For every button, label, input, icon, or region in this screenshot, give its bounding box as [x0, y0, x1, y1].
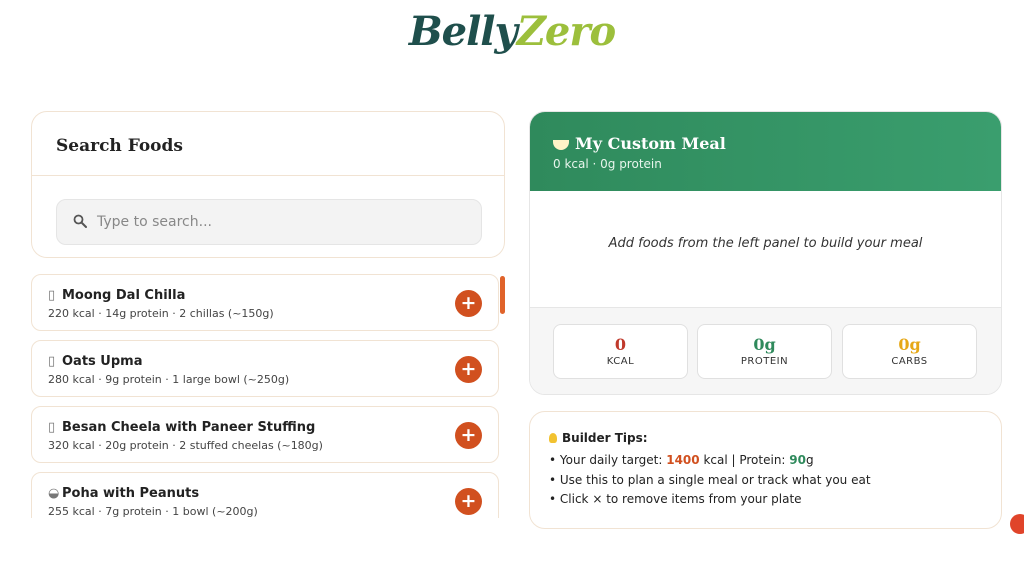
bowl-icon: [553, 139, 569, 150]
tip-text: • Your daily target:: [549, 453, 667, 467]
meal-title-row: My Custom Meal: [553, 134, 726, 153]
search-foods-card: Search Foods Type to search...: [31, 111, 505, 258]
meal-stats: 0 KCAL 0g PROTEIN 0g CARBS: [530, 307, 1001, 394]
tip-plan-meal: • Use this to plan a single meal or trac…: [549, 473, 871, 487]
stat-carbs: 0g CARBS: [842, 324, 977, 379]
add-food-button[interactable]: +: [455, 422, 482, 449]
search-input[interactable]: Type to search...: [56, 199, 482, 245]
food-item-oats-upma[interactable]: ▯ Oats Upma 280 kcal · 9g protein · 1 lar…: [31, 340, 499, 397]
stat-kcal: 0 KCAL: [553, 324, 688, 379]
tip-text: • Click: [549, 492, 593, 506]
food-name: Oats Upma: [62, 354, 143, 369]
tip-text: kcal | Protein:: [699, 453, 790, 467]
food-item-besan-cheela[interactable]: ▯ Besan Cheela with Paneer Stuffing 320 k…: [31, 406, 499, 463]
tips-title-row: Builder Tips:: [549, 431, 648, 445]
stat-value: 0g: [898, 335, 921, 354]
tip-text: to remove items from your plate: [602, 492, 802, 506]
food-list-scrollbar[interactable]: [500, 276, 505, 314]
food-meta: 280 kcal · 9g protein · 1 large bowl (~2…: [48, 373, 290, 386]
food-name: Moong Dal Chilla: [62, 288, 186, 303]
search-placeholder: Type to search...: [97, 214, 212, 230]
tip-text: g: [806, 453, 814, 467]
food-name-row: ▯ Moong Dal Chilla: [48, 288, 185, 303]
meal-summary: 0 kcal · 0g protein: [553, 157, 662, 171]
food-name: Poha with Peanuts: [62, 486, 200, 501]
food-item-poha-with-peanuts[interactable]: ◒ Poha with Peanuts 255 kcal · 7g protein…: [31, 472, 499, 518]
close-icon: ×: [592, 492, 603, 506]
food-meta: 220 kcal · 14g protein · 2 chillas (~150…: [48, 307, 274, 320]
missing-glyph-icon: ▯: [48, 354, 56, 369]
search-foods-title: Search Foods: [56, 136, 183, 156]
stat-label: KCAL: [606, 356, 635, 367]
stat-value: 0g: [753, 335, 776, 354]
meal-title: My Custom Meal: [575, 134, 726, 153]
search-card-divider: [32, 175, 504, 176]
stat-protein: 0g PROTEIN: [697, 324, 832, 379]
tip-remove-items: • Click × to remove items from your plat…: [549, 492, 802, 506]
missing-glyph-icon: ▯: [48, 288, 56, 303]
add-food-button[interactable]: +: [455, 356, 482, 383]
food-name: Besan Cheela with Paneer Stuffing: [62, 420, 316, 435]
food-meta: 320 kcal · 20g protein · 2 stuffed cheel…: [48, 439, 323, 452]
protein-target-value: 90: [789, 453, 806, 467]
custom-meal-card: My Custom Meal 0 kcal · 0g protein Add f…: [529, 111, 1002, 395]
food-name-row: ◒ Poha with Peanuts: [48, 486, 199, 501]
add-food-button[interactable]: +: [455, 488, 482, 515]
food-name-row: ▯ Oats Upma: [48, 354, 142, 369]
food-results-list[interactable]: ▯ Moong Dal Chilla 220 kcal · 14g protein…: [31, 274, 501, 518]
floating-action-button[interactable]: [1010, 514, 1024, 534]
stat-label: PROTEIN: [740, 356, 789, 367]
food-meta: 255 kcal · 7g protein · 1 bowl (~200g): [48, 505, 258, 518]
stat-label: CARBS: [891, 356, 928, 367]
app-logo[interactable]: BellyZero: [0, 8, 1024, 55]
tips-title: Builder Tips:: [562, 431, 648, 445]
custom-meal-header: My Custom Meal 0 kcal · 0g protein: [530, 112, 1001, 191]
meal-empty-message: Add foods from the left panel to build y…: [608, 236, 923, 251]
builder-tips-card: Builder Tips: • Your daily target: 1400 …: [529, 411, 1002, 529]
lightbulb-icon: [549, 433, 557, 443]
kcal-target-value: 1400: [666, 453, 700, 467]
food-item-moong-dal-chilla[interactable]: ▯ Moong Dal Chilla 220 kcal · 14g protein…: [31, 274, 499, 331]
add-food-button[interactable]: +: [455, 290, 482, 317]
tip-daily-target: • Your daily target: 1400 kcal | Protein…: [549, 453, 814, 467]
logo-belly-text: Belly: [408, 8, 518, 55]
food-name-row: ▯ Besan Cheela with Paneer Stuffing: [48, 420, 315, 435]
search-icon: [73, 214, 87, 228]
bowl-icon: ◒: [48, 486, 60, 501]
stat-value: 0: [614, 335, 627, 354]
missing-glyph-icon: ▯: [48, 420, 56, 435]
logo-zero-text: Zero: [516, 8, 616, 55]
